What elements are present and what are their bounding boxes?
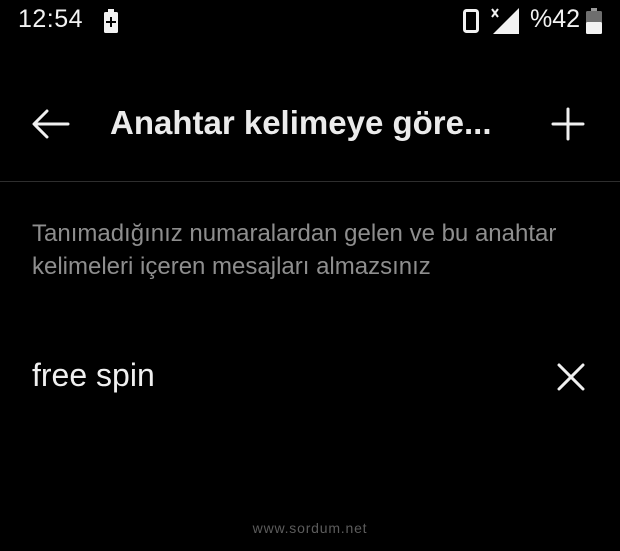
vibrate-phone-icon [463, 9, 479, 33]
cellular-signal-no-data-icon [491, 8, 519, 34]
status-bar: 12:54 %42 [0, 0, 620, 42]
battery-charging-icon [104, 9, 118, 33]
toolbar-divider [0, 181, 620, 182]
back-button[interactable] [26, 102, 76, 146]
arrow-left-icon [32, 109, 70, 139]
plus-icon [551, 107, 585, 141]
remove-keyword-button[interactable] [550, 356, 592, 398]
watermark: www.sordum.net [252, 520, 368, 536]
keyword-text: free spin [32, 357, 155, 393]
blocking-description: Tanımadığınız numaralardan gelen ve bu a… [32, 220, 557, 280]
app-toolbar: Anahtar kelimeye göre... [0, 82, 620, 164]
close-icon [557, 363, 585, 391]
page-title: Anahtar kelimeye göre... [110, 104, 492, 141]
battery-icon [586, 8, 602, 34]
battery-percent: %42 [530, 5, 581, 33]
add-keyword-button[interactable] [546, 102, 590, 146]
status-time: 12:54 [18, 5, 84, 33]
keyword-list-item: free spin [0, 346, 620, 408]
